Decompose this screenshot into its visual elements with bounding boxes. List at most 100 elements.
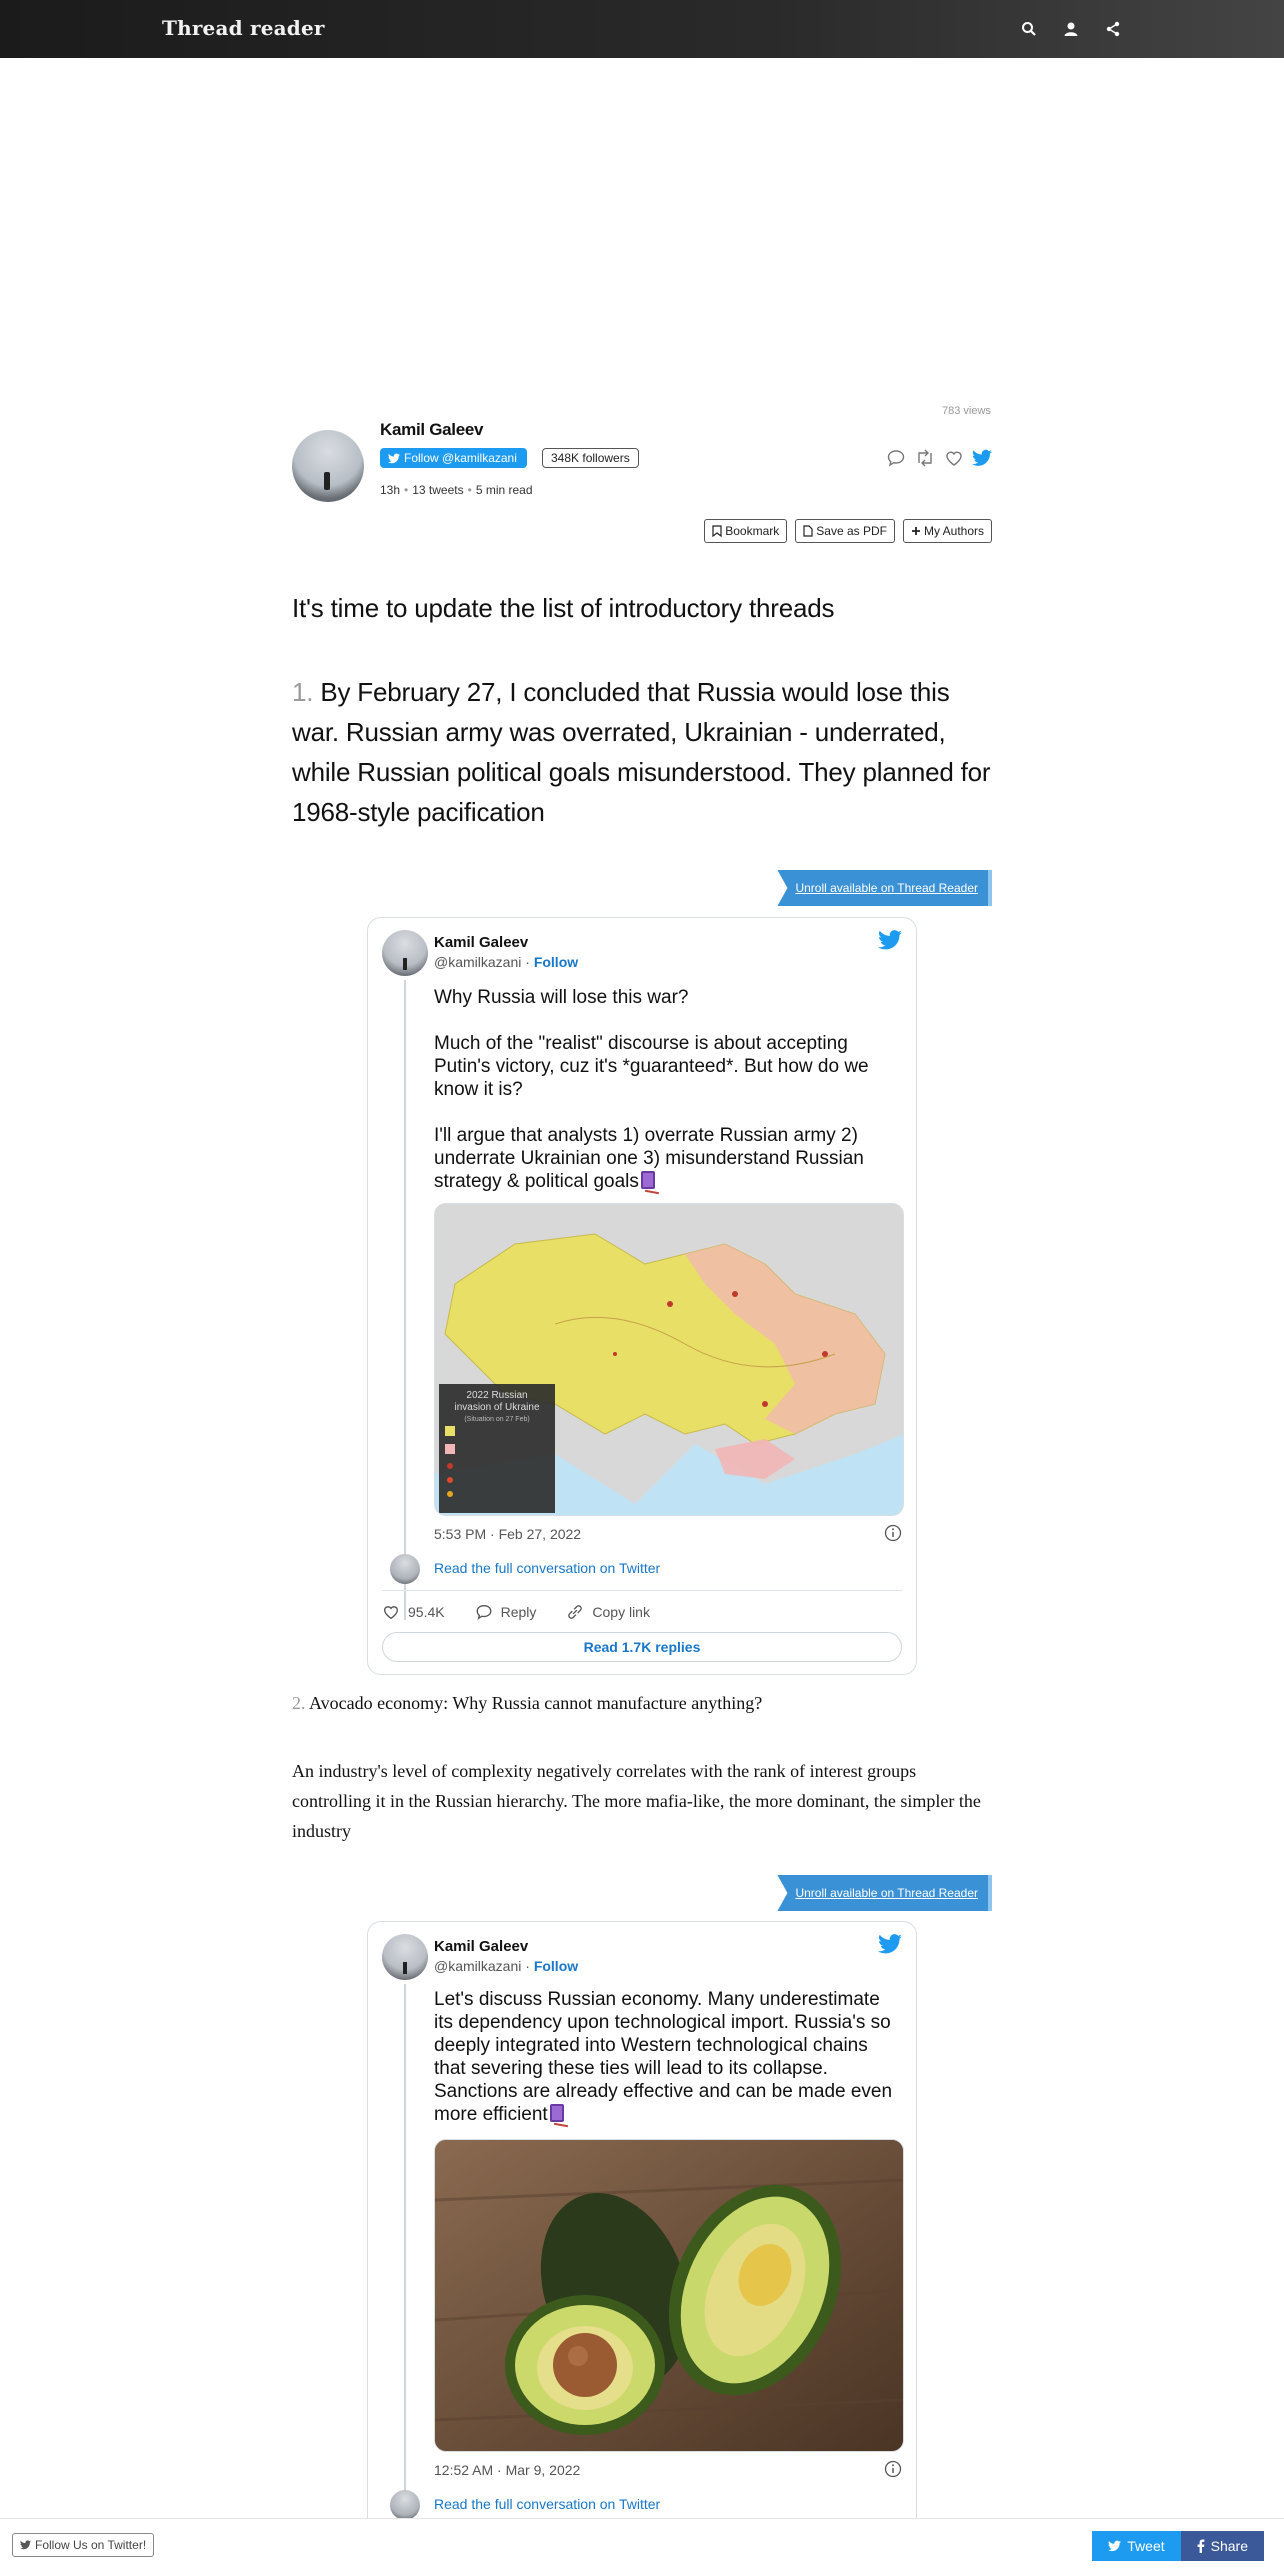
like-button[interactable]: 95.4K [382,1603,445,1621]
tool-buttons: Bookmark Save as PDF My Authors [704,519,992,543]
twitter-bird-icon[interactable] [878,1934,902,1959]
thread-emoji-icon [549,2104,564,2122]
divider [382,1590,902,1591]
read-replies-button[interactable]: Read 1.7K replies [382,1632,902,1662]
bookmark-label: Bookmark [725,524,780,538]
follow-us-button[interactable]: Follow Us on Twitter! [12,2533,155,2557]
save-pdf-button[interactable]: Save as PDF [795,519,895,543]
info-icon[interactable] [884,2460,902,2483]
embedded-tweet: Kamil Galeev @kamilkazani · Follow Let's… [367,1921,917,2561]
author-name[interactable]: Kamil Galeev [380,420,483,440]
like-count: 95.4K [408,1604,445,1620]
twitter-bird-icon [20,2540,31,2550]
thread-connector [404,980,406,1620]
thread-connector [404,1984,406,2554]
tweet-2-body: An industry's level of complexity negati… [292,1761,981,1841]
tweet-number: 2. [292,1693,306,1713]
thread-age: 13h [380,483,401,497]
tweet-share-button[interactable]: Tweet [1092,2531,1181,2561]
link-icon [568,1605,583,1619]
map-legend-title: 2022 Russian invasion of Ukraine [454,1390,540,1413]
site-logo[interactable]: Thread reader [162,16,325,40]
embed-tweet-body: Let's discuss Russian economy. Many unde… [434,1989,893,2125]
avatar [390,1554,420,1584]
avocado-image[interactable] [434,2139,904,2452]
info-icon[interactable] [884,1524,902,1547]
top-navbar: Thread reader [0,0,1284,58]
thread-intro: It's time to update the list of introduc… [292,593,835,623]
embed-follow-link[interactable]: Follow [534,954,578,970]
embed-author-handle: @kamilkazani · Follow [434,954,579,970]
twitter-bird-icon[interactable] [878,930,902,955]
unroll-link[interactable]: Unroll available on Thread Reader [777,870,992,906]
read-time: 5 min read [475,483,533,497]
reply-label: Reply [500,1604,537,1620]
facebook-share-label: Share [1210,2538,1248,2554]
ukraine-map-image[interactable]: 2022 Russian invasion of Ukraine (Situat… [434,1203,904,1516]
save-pdf-label: Save as PDF [816,524,887,538]
bottom-bar: Follow Us on Twitter! Tweet Share [0,2518,1284,2568]
share-icon[interactable] [1102,18,1124,40]
embedded-tweet: Kamil Galeev @kamilkazani · Follow Why R… [367,917,917,1675]
my-authors-button[interactable]: My Authors [902,519,992,543]
my-authors-label: My Authors [923,524,984,538]
avatar [390,2490,420,2520]
tweet-2-title: Avocado economy: Why Russia cannot manuf… [309,1693,763,1713]
search-icon[interactable] [1018,18,1040,40]
copy-link-label: Copy link [592,1604,650,1620]
tweet-count: 13 tweets [412,483,464,497]
embed-follow-link[interactable]: Follow [534,1958,578,1974]
avatar[interactable] [382,1934,428,1980]
embed-tweet-body: Why Russia will lose this war? Much of t… [434,987,869,1192]
unroll-link[interactable]: Unroll available on Thread Reader [777,1875,992,1911]
twitter-bird-icon [1108,2540,1122,2552]
bookmark-button[interactable]: Bookmark [704,519,788,543]
read-conversation-link[interactable]: Read the full conversation on Twitter [434,1560,660,1576]
facebook-icon [1197,2539,1205,2553]
reply-icon[interactable] [886,448,906,468]
embed-tweet-text: Let's discuss Russian economy. Many unde… [434,1988,904,2126]
thread-meta: 13h • 13 tweets • 5 min read [380,483,533,497]
retweet-icon[interactable] [914,448,936,468]
user-icon[interactable] [1060,18,1082,40]
follow-author-label: Follow @kamilkazani [404,451,517,465]
facebook-share-button[interactable]: Share [1180,2531,1264,2561]
embed-author-handle: @kamilkazani · Follow [434,1958,579,1974]
read-conversation-link[interactable]: Read the full conversation on Twitter [434,2496,660,2512]
reply-icon [476,1605,492,1620]
nav-icons [1018,18,1124,40]
map-legend-subtitle: (Situation on 27 Feb) [464,1416,530,1423]
avatar[interactable] [382,930,428,976]
embed-handle[interactable]: @kamilkazani [434,1958,521,1974]
follow-author-button[interactable]: Follow @kamilkazani [380,448,527,468]
author-header: Kamil Galeev Follow @kamilkazani 348K fo… [292,420,992,543]
heart-icon[interactable] [944,448,964,468]
twitter-bird-icon [388,453,400,463]
embed-timestamp[interactable]: 12:52 AM · Mar 9, 2022 [434,2462,580,2478]
embed-author-name[interactable]: Kamil Galeev [434,1938,528,1955]
heart-icon [384,1606,398,1620]
tweet-1-text: By February 27, I concluded that Russia … [292,677,991,827]
twitter-icon[interactable] [972,449,992,467]
tweet-1: 1. By February 27, I concluded that Russ… [292,672,992,832]
tweet-2: 2. Avocado economy: Why Russia cannot ma… [292,1693,992,1714]
copy-link-button[interactable]: Copy link [566,1603,650,1621]
engagement-bar: 95.4K Reply Copy link [382,1603,650,1621]
tweet-number: 1. [292,677,314,707]
followers-count[interactable]: 348K followers [542,448,639,468]
bookmark-icon [712,525,722,537]
embed-handle[interactable]: @kamilkazani [434,954,521,970]
tweet-share-label: Tweet [1127,2538,1165,2554]
plus-icon [911,527,920,535]
author-avatar[interactable] [292,430,364,502]
thread-actions [886,448,992,468]
embed-author-name[interactable]: Kamil Galeev [434,934,528,951]
pdf-icon [803,525,813,537]
follow-us-label: Follow Us on Twitter! [35,2538,147,2552]
embed-tweet-text: Why Russia will lose this war? Much of t… [434,986,904,1193]
embed-timestamp[interactable]: 5:53 PM · Feb 27, 2022 [434,1526,581,1542]
thread-emoji-icon [640,1171,655,1189]
share-group: Tweet Share [1092,2531,1264,2561]
reply-button[interactable]: Reply [475,1603,537,1621]
view-count: 783 views [942,405,991,417]
